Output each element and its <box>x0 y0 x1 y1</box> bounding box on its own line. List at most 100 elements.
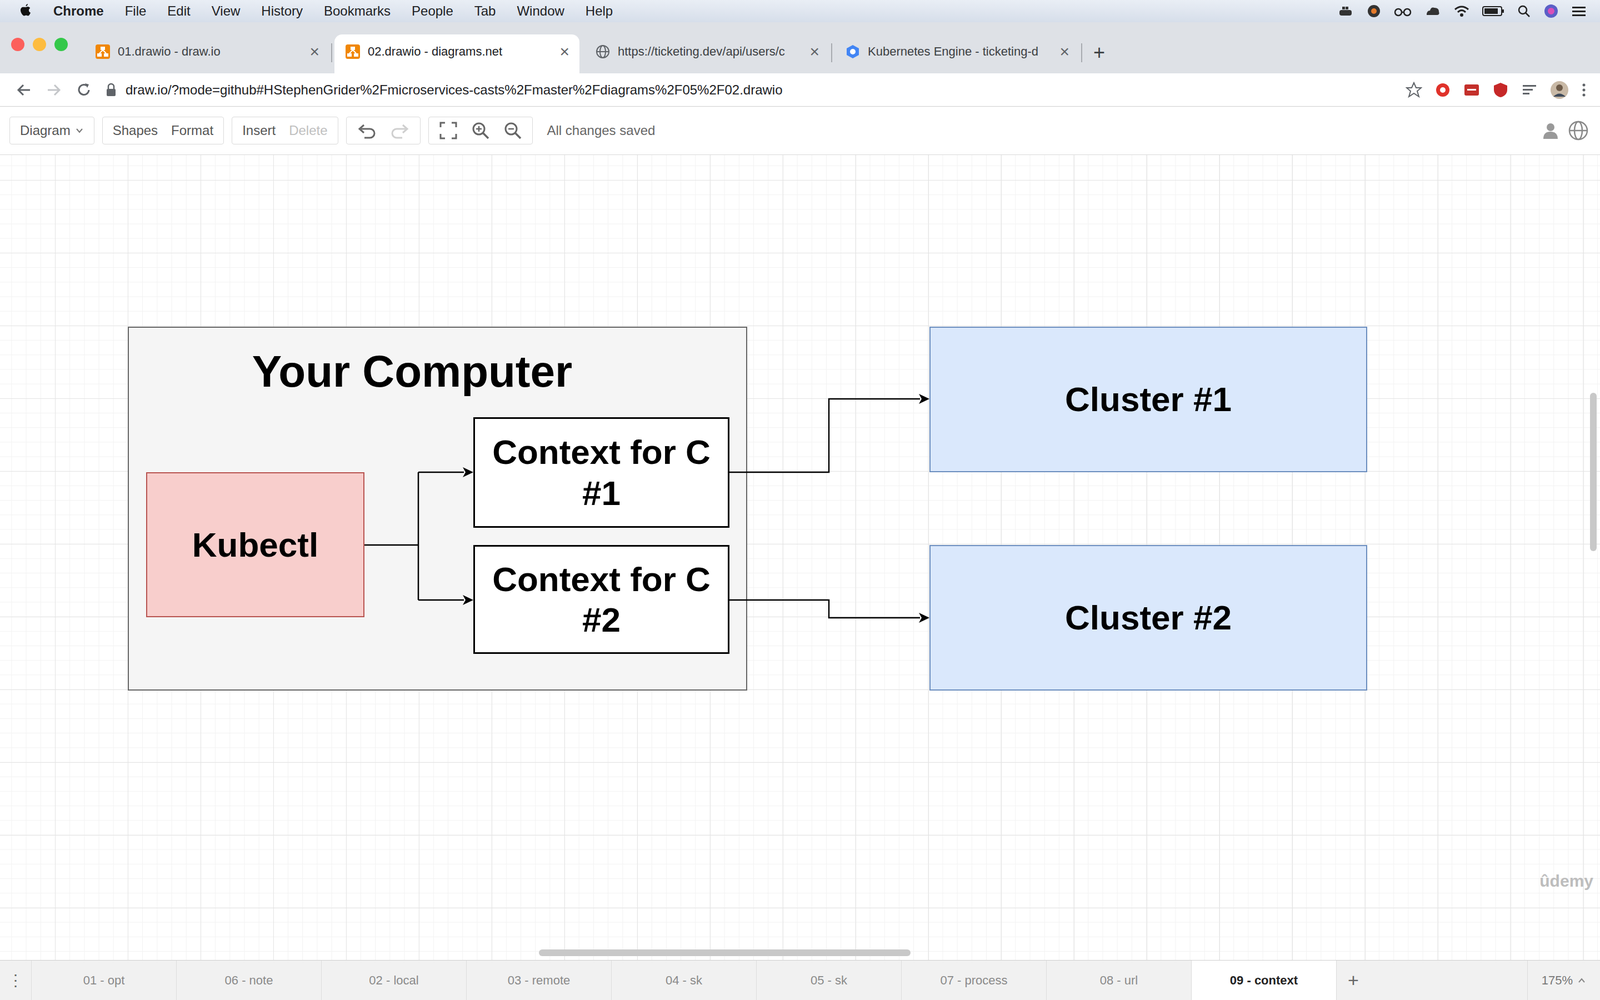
page-tab[interactable]: 07 - process <box>901 960 1047 1000</box>
page-tab[interactable]: 02 - local <box>321 960 467 1000</box>
menu-item[interactable]: People <box>411 3 454 19</box>
menu-item[interactable]: Chrome <box>53 3 104 19</box>
delete-button[interactable]: Delete <box>288 122 328 139</box>
tab-title: 01.drawio - draw.io <box>117 44 302 59</box>
page-tab-label: 02 - local <box>368 973 419 988</box>
wifi-icon[interactable] <box>1453 4 1470 18</box>
page-tab[interactable]: 06 - note <box>176 960 322 1000</box>
new-tab-button[interactable]: + <box>1084 41 1105 74</box>
vertical-scrollbar[interactable] <box>1590 392 1597 552</box>
url-field[interactable]: draw.io/?mode=github#HStephenGrider%2Fmi… <box>105 82 1393 98</box>
user-icon[interactable] <box>1541 121 1560 140</box>
page-tab[interactable]: 08 - url <box>1046 960 1192 1000</box>
list-icon[interactable] <box>1521 81 1538 99</box>
address-bar: draw.io/?mode=github#HStephenGrider%2Fmi… <box>0 73 1600 107</box>
shield-icon[interactable] <box>1492 81 1509 99</box>
notification-icon[interactable] <box>1571 4 1587 18</box>
lock-icon[interactable] <box>105 82 117 98</box>
menu-item[interactable]: Bookmarks <box>323 3 391 19</box>
more-icon[interactable] <box>1581 81 1587 99</box>
chevron-up-icon <box>1577 976 1587 985</box>
tab-close-button[interactable]: × <box>559 42 570 62</box>
language-icon[interactable] <box>1567 120 1589 142</box>
browser-tab[interactable]: 01.drawio - draw.io × <box>84 34 330 74</box>
shapes-button[interactable]: Shapes <box>112 122 158 139</box>
zoom-window-icon[interactable] <box>54 37 68 52</box>
node-label: Context for C #2 <box>486 558 717 640</box>
battery-icon[interactable] <box>1482 5 1505 18</box>
spacer <box>1370 960 1528 1000</box>
insert-button[interactable]: Insert <box>242 122 276 139</box>
menu-item[interactable]: Tab <box>474 3 497 19</box>
forward-icon[interactable] <box>45 81 63 99</box>
node-label: Cluster #2 <box>1065 597 1232 638</box>
star-icon[interactable] <box>1405 81 1423 99</box>
page-tab-label: 01 - opt <box>83 973 125 988</box>
undo-icon[interactable] <box>356 122 377 139</box>
gke-icon <box>845 44 860 59</box>
menu-item[interactable]: View <box>211 3 241 19</box>
back-icon[interactable] <box>15 81 33 99</box>
browser-tab[interactable]: https://ticketing.dev/api/users/c× <box>584 34 830 74</box>
tool-node[interactable]: Kubectl <box>146 472 365 618</box>
redo-icon[interactable] <box>390 122 410 139</box>
tab-close-button[interactable]: × <box>1059 42 1070 62</box>
page-tab[interactable]: 05 - sk <box>756 960 902 1000</box>
fit-icon[interactable] <box>438 121 458 140</box>
browser-tab[interactable]: 02.drawio - diagrams.net × <box>334 34 580 74</box>
browser-tab[interactable]: Kubernetes Engine - ticketing-d × <box>834 34 1080 74</box>
menu-item[interactable]: Window <box>516 3 564 19</box>
tab-close-button[interactable]: × <box>809 42 820 62</box>
extension-icon[interactable] <box>1463 81 1480 99</box>
context-node[interactable]: Context for C #2 <box>473 545 730 654</box>
globe-icon <box>595 44 610 59</box>
zoom-out-icon[interactable] <box>503 121 523 140</box>
app-icon[interactable] <box>1366 3 1382 19</box>
reload-icon[interactable] <box>75 81 93 99</box>
tab-title: 02.drawio - diagrams.net <box>367 44 552 59</box>
tab-bar: 01.drawio - draw.io×02.drawio - diagrams… <box>0 22 1600 74</box>
menu-item[interactable]: History <box>261 3 303 19</box>
zoom-control[interactable]: 175% <box>1527 960 1600 1000</box>
menu-item[interactable]: File <box>125 3 147 19</box>
avatar-icon[interactable] <box>1550 80 1569 100</box>
window-controls <box>11 37 68 52</box>
menu-item[interactable]: Edit <box>167 3 190 19</box>
cluster-node[interactable]: Cluster #1 <box>929 326 1368 473</box>
drawio-icon <box>345 44 360 59</box>
page-tab-label: 07 - process <box>940 973 1008 988</box>
url-text: draw.io/?mode=github#HStephenGrider%2Fmi… <box>125 82 783 98</box>
drawio-icon <box>95 44 110 59</box>
horizontal-scrollbar[interactable] <box>538 949 911 957</box>
page-tab[interactable]: 01 - opt <box>31 960 177 1000</box>
format-button[interactable]: Format <box>171 122 214 139</box>
page-tab[interactable]: 09 - context <box>1191 960 1337 1000</box>
docker-icon[interactable] <box>1337 4 1355 18</box>
status-icons <box>1337 3 1587 19</box>
glasses-icon[interactable] <box>1393 5 1413 18</box>
menu-item[interactable]: Help <box>585 3 613 19</box>
context-node[interactable]: Context for C #1 <box>473 417 730 528</box>
page-tab-label: 04 - sk <box>665 973 703 988</box>
diagram-button[interactable]: Diagram <box>20 122 71 139</box>
search-icon[interactable] <box>1516 3 1532 19</box>
diagram-menu[interactable]: Diagram <box>9 116 95 145</box>
close-window-icon[interactable] <box>11 37 25 52</box>
minimize-window-icon[interactable] <box>32 37 47 52</box>
panels-group: Shapes Format <box>102 116 224 145</box>
page-tab-label: 09 - context <box>1230 973 1298 988</box>
cluster-node[interactable]: Cluster #2 <box>929 545 1368 691</box>
page-tab[interactable]: 03 - remote <box>466 960 612 1000</box>
tab-close-button[interactable]: × <box>309 42 320 62</box>
tab-title: Kubernetes Engine - ticketing-d <box>867 44 1052 59</box>
page-tab-label: 08 - url <box>1100 973 1138 988</box>
apple-icon[interactable] <box>18 3 33 19</box>
pages-menu-button[interactable]: ⋮ <box>0 960 32 1000</box>
page-tab[interactable]: 04 - sk <box>611 960 757 1000</box>
zoom-in-icon[interactable] <box>471 121 490 140</box>
add-page-button[interactable]: + <box>1336 960 1370 1000</box>
siri-icon[interactable] <box>1543 3 1559 19</box>
diagram-canvas[interactable]: Your ComputerKubectlContext for C #1Cont… <box>0 155 1600 960</box>
cloud-icon[interactable] <box>1424 3 1442 19</box>
extension-icon[interactable] <box>1434 81 1452 99</box>
